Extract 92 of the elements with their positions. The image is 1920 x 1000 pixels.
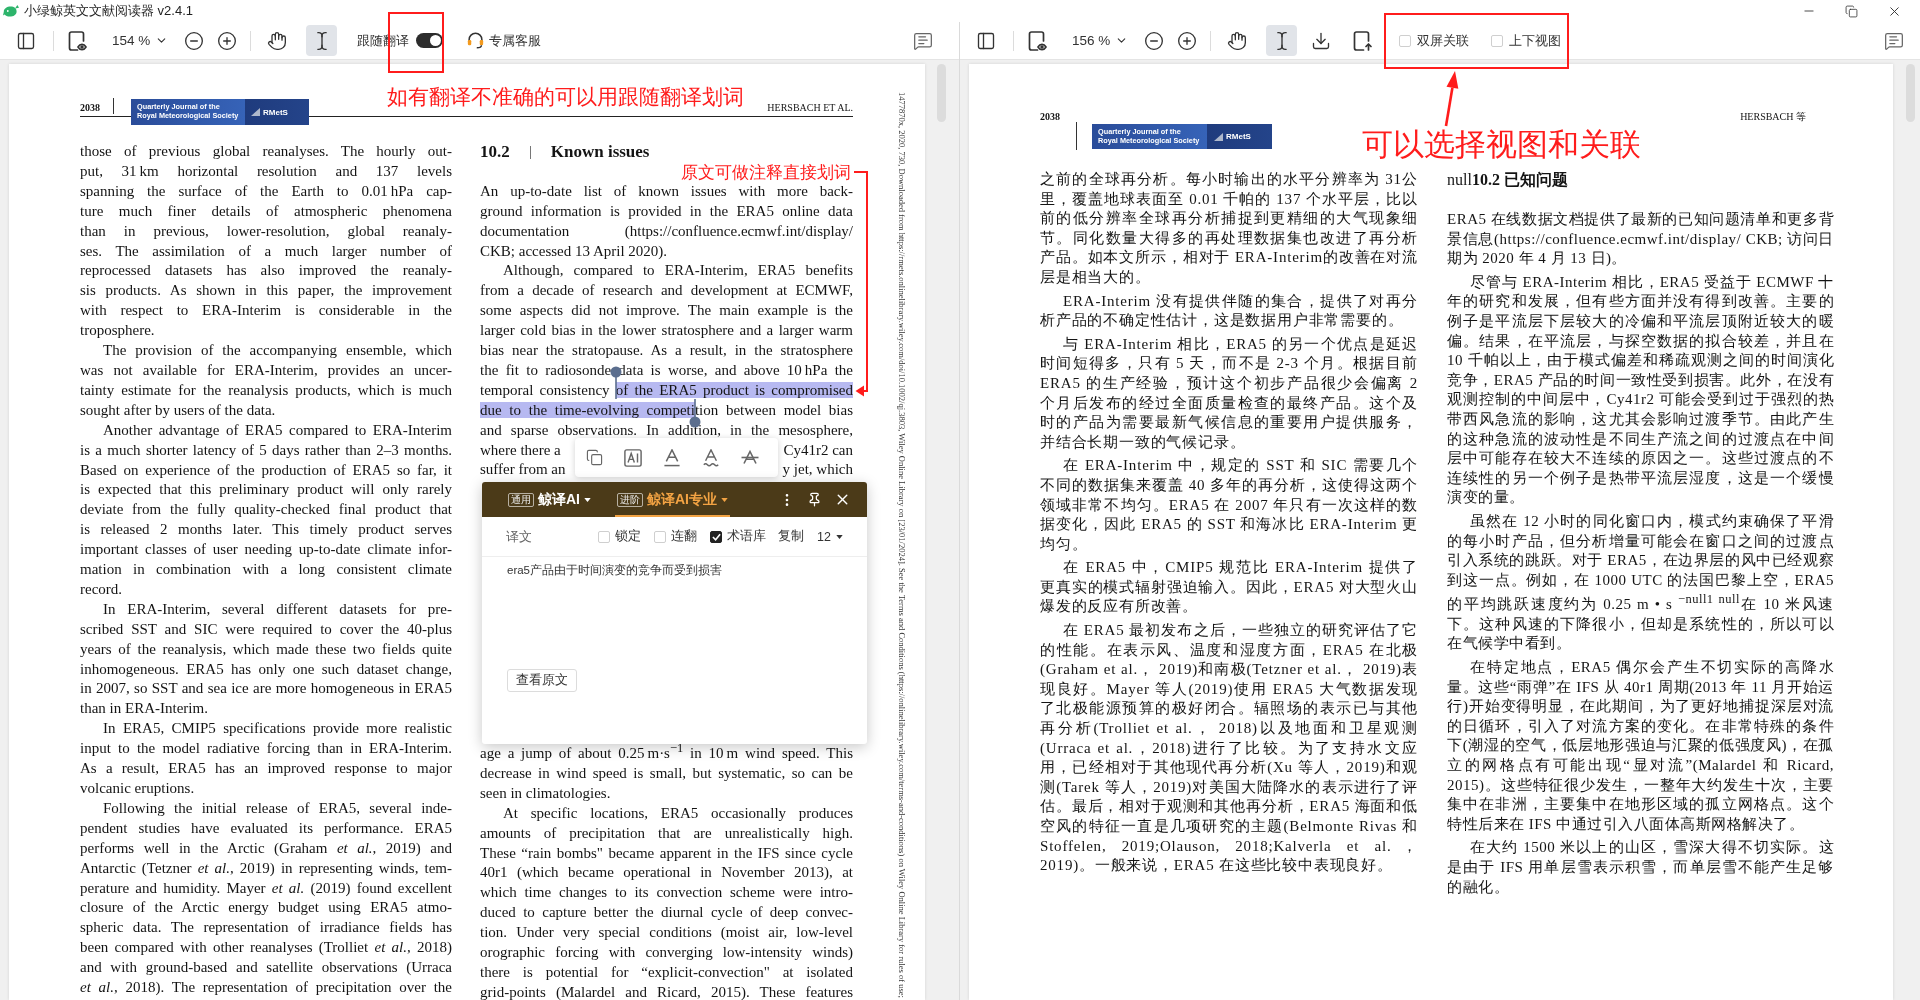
paragraph-text: ERA-Interim 没有提供伴随的集合，提供了对再分析产品的不确定性估计，这是数据用户非常需要的。	[1040, 291, 1418, 331]
paragraph-text: 在特定地点，ERA5 偶尔会产生不切实际的高降水量。这些“雨弹”在 IFS 从 40r1 周期(2013 年 11 月开始运行)开始变得明显，在此期间，为了更好地捕捉深层对流的日循环，引入了对流方案的变化。在非常特殊的条件下(潮湿的空气，低层地形强迫与汇聚的低强度风)，在孤立的网格点有可能出现“显对流”(Malardel 和 Ricard, 2015)。这些特征很少发生，一整年大约发生十次，主要集中在非洲，主要集中在地形区域的孤立网格点。这个特性后来在 IFS 中通过引入八面体高斯网格解决了。	[1447, 658, 1834, 834]
comment-icon[interactable]	[913, 30, 933, 51]
paragraph-text: 与 ERA-Interim 相比，ERA5 的另一个优点是延迟时间短得多，只有 5 天，而不是 2-3 个月。根据目前ERA5 的生产经验，预计这个初步产品很少会偏离 2 个月后发布的经过全面质量检查的最终产品。这个及时的产品为需要最新气候信息的重要用户提供服务，并结合长期一致的气候记录。	[1040, 334, 1418, 452]
paragraph-text: An up-to-date list of known issues with more back- ground information is provided in the ERA5 online data documentation (https://confluence.ecmwf.int/display/ CKB; accessed 13 April 2020).	[480, 181, 853, 261]
zoom-dropdown[interactable]: 154 %	[112, 33, 169, 48]
page-number: 2038	[80, 103, 100, 113]
headset-icon	[467, 32, 485, 49]
engine-tab[interactable]: 进阶 鲸译AI专业	[615, 482, 730, 517]
caret-icon	[584, 497, 591, 502]
checkbox-label[interactable]: 术语库	[727, 528, 767, 545]
font-size-dropdown[interactable]: 12	[817, 529, 843, 544]
checkbox-label[interactable]: 锁定	[615, 528, 642, 545]
sidebar-icon[interactable]	[16, 30, 36, 51]
text-fragment: Cy41r2 can	[783, 440, 853, 460]
paragraph-text: 虽然在 12 小时的同化窗口内，模式约束确保了平滑的每小时产品，但分析增量可能会在窗口之间的过渡点引入系统的跳跃。对于 ERA5，在边界层的风中已经观察到这一点。例如，在 1000 UTC 的法国巴黎上空，ERA5的平均跳跃速度约为 0.25 m • s $^{−null1 null}$在 10 米风速下。这种风速的下降很小，但却是系统性的，所以可以在气候学中看到。	[1447, 511, 1834, 654]
paragraph-text: Following the initial release of ERA5, several inde- pendent studies have evaluated its performance. ERA5 performs well in the Arctic (Graham et al., 2019) and Antarctic (Tetzner et al., 2019) in representing winds, tem- perature and humidity. Mayer et al. (2019) found excellent closure of the Arctic energy budget using ERA5 atmo- spheric data. The representation of irradiance fields has been compared with other reanalyses (Trolliet et al., 2018) and with ground-based and satellite observations (Urraca et al., 2018). The representation of precipitation over the	[80, 798, 452, 998]
text-fragment: suffer from an	[480, 460, 566, 480]
engine-tag: 进阶	[617, 492, 643, 507]
paragraph-text: ERA5 在线数据文档提供了最新的已知问题清单和更多背景信息(https://confluence.ecmwf.int/display/ CKB; 访问日期为 2020 年 4 月 13 日)。	[1447, 210, 1834, 269]
pin-icon[interactable]	[807, 492, 822, 507]
paragraph-text: 在 ERA5 中，CMIP5 规范比 ERA-Interim 提供了更真实的模式辐射强迫输入。因此，ERA5 对大型火山爆发的反应有所改善。	[1040, 558, 1418, 617]
underline-icon[interactable]	[663, 448, 681, 467]
paragraph-text: In ERA-Interim, several different datasets for pre- scribed SST and SIC were required to cover the 40-plus years of the reanalysis, which made these two fields quite inhomogeneous. ERA5 has only one such dataset change, in 2007, so SST and sea ice are more homogeneous in ERA5 than in ERA-Interim.	[80, 599, 452, 719]
paragraph-text: Another advantage of ERA5 compared to ERA-Interim is a much shorter latency of 5 days rather than 2–3 months. Based on experience of the production of ERA5 so far, it is expected that this preliminary product will only rarely deviate from the fully quality-checked final product that is released 2 months later. This timely product serves important classes of user needing up-to-date climate infor- mation in combination with a long consistent climate record.	[80, 420, 452, 599]
publisher-name: RMetS	[1226, 132, 1251, 141]
hand-icon	[266, 30, 287, 51]
annotation-text: 原文可做注释直接划词	[681, 162, 851, 182]
download-icon[interactable]	[1311, 30, 1332, 51]
paragraph-text: age a jump of about 0.25 m·s$^{−1}$ in 10 m wind speed. This decrease in wind speed is small, but systematic, so can be seen in climatologies.	[480, 740, 853, 803]
zoom-out-icon[interactable]	[184, 30, 205, 51]
zoom-in-icon[interactable]	[1177, 30, 1198, 51]
toggle-switch[interactable]	[416, 33, 444, 48]
triangle-logo-icon	[1214, 132, 1223, 141]
zoom-dropdown[interactable]: 156 %	[1072, 33, 1129, 48]
engine-tab[interactable]: 通用 鲸译AI	[506, 482, 593, 517]
page-eye-icon[interactable]	[68, 30, 88, 51]
section-heading: null10.2 已知问题	[1447, 170, 1569, 190]
text-fragment: y jet, which	[782, 460, 853, 480]
paragraph-text: The provision of the accompanying ensemble, which was not available for ERA-Interim, provides an uncer- tainty estimate for the reanalysis products, which is much sought after by users of the data.	[80, 341, 452, 420]
caret-icon	[836, 534, 843, 539]
paragraph-text: 之前的全球再分析。每小时输出的水平分辨率为 31公里，覆盖地球表面至 0.01 千帕的 137 个水平层，比以前的低分辨率全球再分析捕捉到更精细的大气现象细节。同化数量大得多的再处理数据集也改进了再分析产品。如本文所示，相对于 ERA-Interim的改善在对流层是相当大的。	[1040, 170, 1418, 287]
support-button[interactable]: 专属客服	[467, 31, 542, 50]
zoom-out-icon[interactable]	[1144, 30, 1165, 51]
section-number: 10.2	[480, 142, 510, 162]
whale-icon	[3, 4, 19, 18]
checkbox-label[interactable]: 双屏关联	[1417, 31, 1470, 50]
page-number: 2038	[1040, 112, 1060, 122]
strikethrough-icon[interactable]	[741, 448, 759, 467]
result-label: 译文	[506, 527, 532, 546]
comment-icon[interactable]	[1884, 30, 1904, 51]
window-title: 小绿鲸英文文献阅读器 v2.4.1	[24, 2, 194, 20]
translation-text: era5产品由于时间演变的竞争而受到损害	[507, 563, 723, 577]
hand-icon	[1226, 30, 1247, 51]
paragraph-text: At specific locations, ERA5 occasionally produces amounts of precipitation that are unrealistically high. These “rain bombs" became apparent in the IFS since cycle 40r1 (which became operational in November 2013), at which time changes to its convection scheme were intro- duced to capture better the diurnal cycle of deep convec- tion. Under very special conditions (moist air, low-level orographic forcing with converging low-intensity winds) there is potential for “explicit-convection" at isolated grid-points (Malardel and Ricard, 2015). These features	[480, 803, 853, 1000]
selected-text: of the ERA5 product is compromised	[615, 381, 853, 398]
paragraph-text: 尽管与 ERA-Interim 相比，ERA5 受益于 ECMWF 十年的研究和发展，但有些方面并没有得到改善。主要的例子是平流层下层较大的冷偏和平流层顶附近较大的暖偏。结果，在平流层，与探空数据的拟合较差，并且在10 千帕以上，由于模式偏差和稀疏观测之间的时间演化竞争，ERA5 产品的时间一致性受到损害。此外，在没有观测控制的中间层中，Cy41r2 可能会受到过于强烈的热带西风急流的影响，这尤其会影响过渡季节。由此产生的这种急流的波动性是不同生产流之间的过渡点在中间层中可能存在较大不连续的原因之一。这些过渡点的不连续性的另一个例子是热带平流层湿度，这是一个缓慢演变的量。	[1447, 272, 1834, 508]
section-title: Known issues	[550, 142, 650, 162]
selected-text: due to the time-evolving competi	[480, 401, 695, 418]
paragraph-text: and sparse observations. In addition, in the mesosphere,	[480, 420, 853, 440]
copy-icon[interactable]	[586, 449, 603, 466]
text-box-icon[interactable]	[624, 448, 642, 467]
checkbox[interactable]	[710, 530, 723, 543]
annotation-text: 如有翻译不准确的可以用跟随翻译划词	[387, 86, 744, 110]
paragraph-text: those of previous global reanalyses. The hourly out- put, 31 km horizontal resolution and 137 levels spanning the surface of the Earth to 0.01 hPa cap- ture much finer details of atmospheric phenomena than in previous, lower-resolution, global reanaly- ses. The assimilation of a much larger number of reprocessed datasets has also improved the reanaly- sis products. As shown in this paper, the improvement with respect to ERA-Interim is considerable in the troposphere.	[80, 142, 452, 341]
restore-icon[interactable]	[1845, 4, 1858, 18]
page-arrow-up-icon[interactable]	[1353, 30, 1374, 51]
margin-note-text: 1477870x, 2020, 730, Downloaded from https://rmets.onlinelibrary.wiley.com/doi/10.1002/qj.3803, Wiley Online Library on [23/01/2024]. See the Terms and Conditions (https://onlinelibrary.wiley.com/terms-and-conditions) on Wiley Online Library for rules of use;	[897, 92, 906, 998]
sidebar-icon[interactable]	[976, 30, 996, 51]
view-original-button[interactable]: 查看原文	[507, 669, 577, 692]
checkbox-label[interactable]: 连翻	[671, 528, 698, 545]
text-fragment: where there a	[480, 440, 561, 460]
paragraph-text: temporal consistency	[480, 381, 611, 398]
checkbox-label[interactable]: 上下视图	[1509, 31, 1562, 50]
paragraph-text: 在 ERA-Interim 中，规定的 SST 和 SIC 需要几个不同的数据集来覆盖 40 多年的再分析，这使得这两个领域非常不均匀。ERA5 在 2007 年只有一次这样的数据变化，因此 ERA5 的 SST 和海冰比 ERA-Interim 更均匀。	[1040, 456, 1418, 554]
text-select-tool-button[interactable]	[1266, 25, 1298, 56]
engine-tag: 通用	[508, 492, 534, 507]
running-head: HERSBACH ET AL.	[767, 103, 853, 113]
zoom-in-icon[interactable]	[217, 30, 238, 51]
triangle-logo-icon	[251, 108, 260, 116]
wavy-underline-icon[interactable]	[702, 448, 720, 467]
copy-button[interactable]: 复制	[778, 528, 805, 545]
running-head: HERSBACH 等	[1740, 112, 1806, 122]
caret-icon	[721, 497, 728, 502]
paragraph-text: In ERA5, CMIP5 specifications provide more realistic input to the model radiative forcing than in ERA-Interim. As a result, ERA5 has an improved response to major volcanic eruptions.	[80, 719, 452, 798]
publisher-name: RMetS	[263, 107, 288, 117]
paragraph-text: 在 ERA5 最初发布之后，一些独立的研究评估了它的性能。在表示风、温度和湿度方面，ERA5 在北极(Graham et al.， 2019)和南极(Tetzner et al.， 2019)表现良好。Mayer 等人(2019)使用 ERA5 大气数据发现了北极能源预算的极好闭合。辐照场的表示已与其他再分析(Trolliet et al.， 2018)以及地面和卫星观测(Urraca et al.，2018)进行了比较。为了支持水文应用，已经相对于其他现代再分析(Xu 等人，2019)和观测(Tarek 等人，2019)对美国大陆降水的表示进行了评估。最后，相对于观测和其他再分析，ERA5 海面和低空风的特征一直是几项研究的主题(Belmonte Rivas 和 Stoffelen, 2019;Olauson, 2018;Kalverla et al.， 2019)。一般来说，ERA5 在这些比较中表现良好。	[1040, 621, 1418, 876]
text-select-tool-button[interactable]	[306, 25, 338, 56]
paragraph-text: 在大约 1500 米以上的山区，雪深大得不切实际。这是由于 IFS 用单层雪表示积雪，而单层雪不能产生足够的融化。	[1447, 838, 1834, 897]
annotation-text: 可以选择视图和关联	[1362, 127, 1641, 162]
page-eye-icon[interactable]	[1028, 30, 1048, 51]
checkmark-icon	[711, 532, 721, 541]
